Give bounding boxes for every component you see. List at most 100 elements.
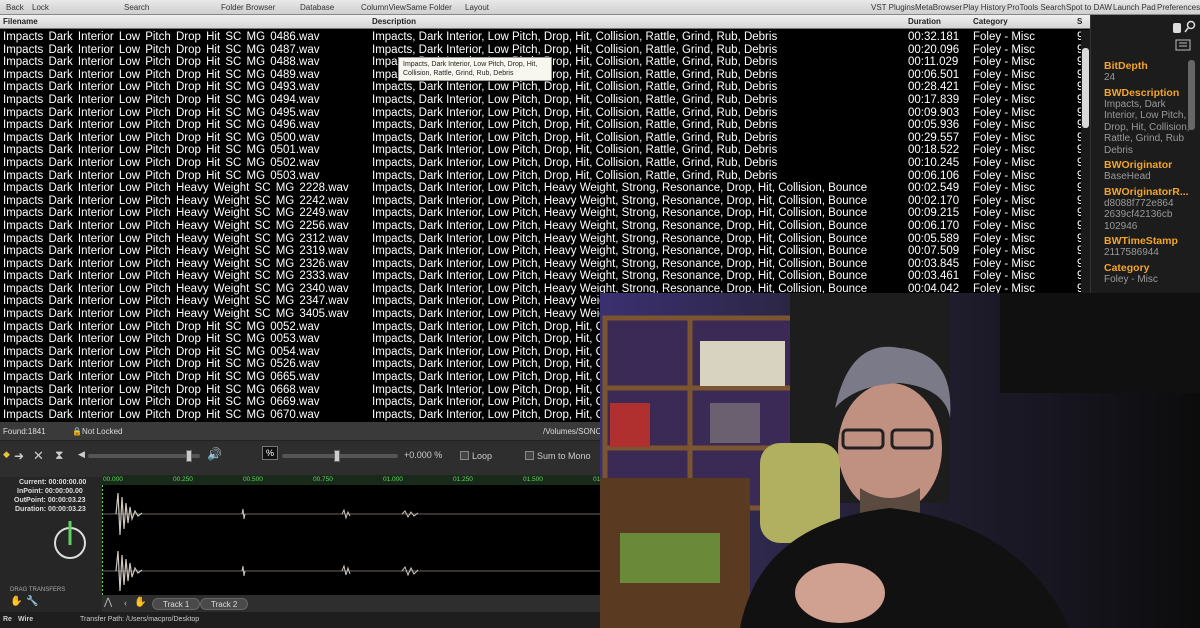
table-row[interactable]: Impacts Dark Interior Low Pitch Drop Hit… [0,132,1090,145]
loop-checkbox[interactable] [460,451,469,460]
table-row[interactable]: Impacts Dark Interior Low Pitch Heavy We… [0,207,1090,220]
table-row[interactable]: Impacts Dark Interior Low Pitch Drop Hit… [0,157,1090,170]
toolbar-metabrowser-button[interactable]: MetaBrowser [915,3,962,12]
marker-icon[interactable]: ◆ [3,449,10,460]
toolbar-preferences-button[interactable]: Preferences [1157,3,1200,12]
toolbar-lock-button[interactable]: Lock [32,3,49,12]
metadata-scrollbar[interactable] [1188,60,1195,130]
hand-icon[interactable]: ✋ [134,597,146,608]
webcam-overlay [600,293,1200,628]
toolbar-back-button[interactable]: Back [6,3,24,12]
table-row[interactable]: Impacts Dark Interior Low Pitch Drop Hit… [0,94,1090,107]
metadata-key: Category [1104,261,1150,274]
duration-cell: 00:07.509 [908,245,960,258]
hand-icon[interactable]: ✋ [10,596,22,607]
timeline-tick: 00.000 [103,476,123,483]
toolbar-same-folder-button[interactable]: Same Folder [406,3,452,12]
table-row[interactable]: Impacts Dark Interior Low Pitch Drop Hit… [0,170,1090,183]
pitch-value: +0.000 % [404,450,443,460]
volume-knob[interactable] [186,450,192,462]
table-row[interactable]: Impacts Dark Interior Low Pitch Heavy We… [0,195,1090,208]
lock-icon[interactable]: 🔒 [72,427,82,436]
metadata-key: BWTimeStamp [1104,235,1178,247]
toolbar-database-button[interactable]: Database [300,3,334,12]
drag-knob-icon[interactable] [50,517,90,563]
toolbar-search-button[interactable]: Search [124,3,149,12]
pitch-icon[interactable]: % [262,446,279,460]
metadata-panel: BitDepth 24 BWDescription Impacts, Dark Int… [1090,15,1200,293]
volume-up-icon[interactable]: 🔊 [207,447,222,461]
toolbar-spot-to-daw-button[interactable]: Spot to DAW [1066,3,1112,12]
hand-icon[interactable] [1173,23,1181,33]
table-row[interactable]: Impacts Dark Interior Low Pitch Drop Hit… [0,81,1090,94]
metadata-value: Impacts, Dark Interior, Low Pitch, Drop,… [1104,98,1190,156]
column-header-description[interactable]: Description [372,17,416,26]
toolbar-folder-browser-button[interactable]: Folder Browser [221,3,275,12]
table-row[interactable]: Impacts Dark Interior Low Pitch Heavy We… [0,182,1090,195]
waveform-display[interactable] [101,485,600,595]
filename-cell: Impacts Dark Interior Low Pitch Drop Hit… [3,31,320,43]
column-header-filename[interactable]: Filename [3,17,38,26]
list-icon[interactable] [1175,39,1191,51]
table-row[interactable]: Impacts Dark Interior Low Pitch Drop Hit… [0,44,1090,57]
duration-cell: 00:06.106 [908,169,960,182]
forward-icon[interactable]: ➜ [14,449,24,463]
description-cell: Impacts, Dark Interior, Low Pitch, Drop,… [372,156,778,169]
track-2-button[interactable]: Track 2 [200,598,249,610]
waveform-timeline[interactable]: 00.000 00.250 00.500 00.750 01.000 01.250 01.5… [102,475,613,485]
toolbar-columnview-button[interactable]: ColumnView [361,3,406,12]
table-row[interactable]: Impacts Dark Interior Low Pitch Heavy We… [0,258,1090,271]
filename-cell: Impacts Dark Interior Low Pitch Drop Hit… [3,56,320,69]
track-bar: ⋀ ‹ ✋ Track 1 Track 2 [100,596,600,612]
column-header-category[interactable]: Category [973,17,1008,26]
filename-cell: Impacts Dark Interior Low Pitch Heavy We… [3,282,349,295]
search-icon[interactable] [1184,20,1196,33]
status-bar: Found:1841 🔒 Not Locked /Volumes/SONO [0,422,602,441]
wrench-icon[interactable]: 🔧 [26,596,38,607]
track-1-button[interactable]: Track 1 [152,598,201,610]
pitch-slider[interactable] [282,454,398,458]
sum-to-mono-checkbox[interactable] [525,451,534,460]
toolbar-layout-button[interactable]: Layout [465,3,489,12]
re-button[interactable]: Re [3,616,12,623]
description-cell: Impacts, Dark Interior, Low Pitch, Heavy… [372,232,868,245]
filename-cell: Impacts Dark Interior Low Pitch Drop Hit… [3,43,320,56]
tools-icon[interactable]: ✕ [33,448,44,464]
toolbar-play-history-button[interactable]: Play History [963,3,1006,12]
column-header-duration[interactable]: Duration [908,17,941,26]
category-cell: Foley - Misc [973,245,1035,258]
toolbar-protools-search-button[interactable]: ProTools Search [1007,3,1066,12]
toolbar-vst-plugins-button[interactable]: VST Plugins [871,3,915,12]
chevron-left-icon[interactable]: ‹ [124,598,127,608]
category-cell: Foley - Misc [973,93,1035,106]
sum-to-mono-label: Sum to Mono [537,451,591,461]
volume-down-icon[interactable]: ◀ [78,449,85,460]
column-header-s[interactable]: S [1077,17,1082,26]
category-cell: Foley - Misc [973,31,1035,43]
table-row[interactable]: Impacts Dark Interior Low Pitch Drop Hit… [0,144,1090,157]
waveform-tool-icon[interactable]: ⋀ [104,597,112,608]
table-row[interactable]: Impacts Dark Interior Low Pitch Drop Hit… [0,107,1090,120]
filename-cell: Impacts Dark Interior Low Pitch Drop Hit… [3,119,320,132]
timeline-tick: 01.500 [523,476,543,483]
table-row[interactable]: Impacts Dark Interior Low Pitch Drop Hit… [0,119,1090,132]
metadata-fields: BitDepth 24 BWDescription Impacts, Dark Int… [1104,57,1199,285]
table-row[interactable]: Impacts Dark Interior Low Pitch Heavy We… [0,270,1090,283]
metadata-value: d8088f772e864 2639cf42136cb 102946 [1104,197,1174,232]
scroll-thumb[interactable] [1082,48,1089,128]
table-row[interactable]: Impacts Dark Interior Low Pitch Heavy We… [0,245,1090,258]
category-cell: Foley - Misc [973,156,1035,169]
waveform-svg[interactable] [101,485,600,595]
toolbar-launch-pad-button[interactable]: Launch Pad [1113,3,1156,12]
table-row[interactable]: Impacts Dark Interior Low Pitch Drop Hit… [0,31,1090,44]
filename-cell: Impacts Dark Interior Low Pitch Drop Hit… [3,345,320,358]
wire-button[interactable]: Wire [18,616,33,623]
table-row[interactable]: Impacts Dark Interior Low Pitch Heavy We… [0,233,1090,246]
funnel-icon[interactable]: ⧗ [55,448,63,463]
filename-cell: Impacts Dark Interior Low Pitch Drop Hit… [3,408,320,421]
pitch-knob[interactable] [334,450,340,462]
volume-slider[interactable] [88,454,200,458]
metadata-key: BWDescription [1104,86,1180,99]
table-row[interactable]: Impacts Dark Interior Low Pitch Heavy We… [0,220,1090,233]
found-count: Found:1841 [3,427,46,436]
